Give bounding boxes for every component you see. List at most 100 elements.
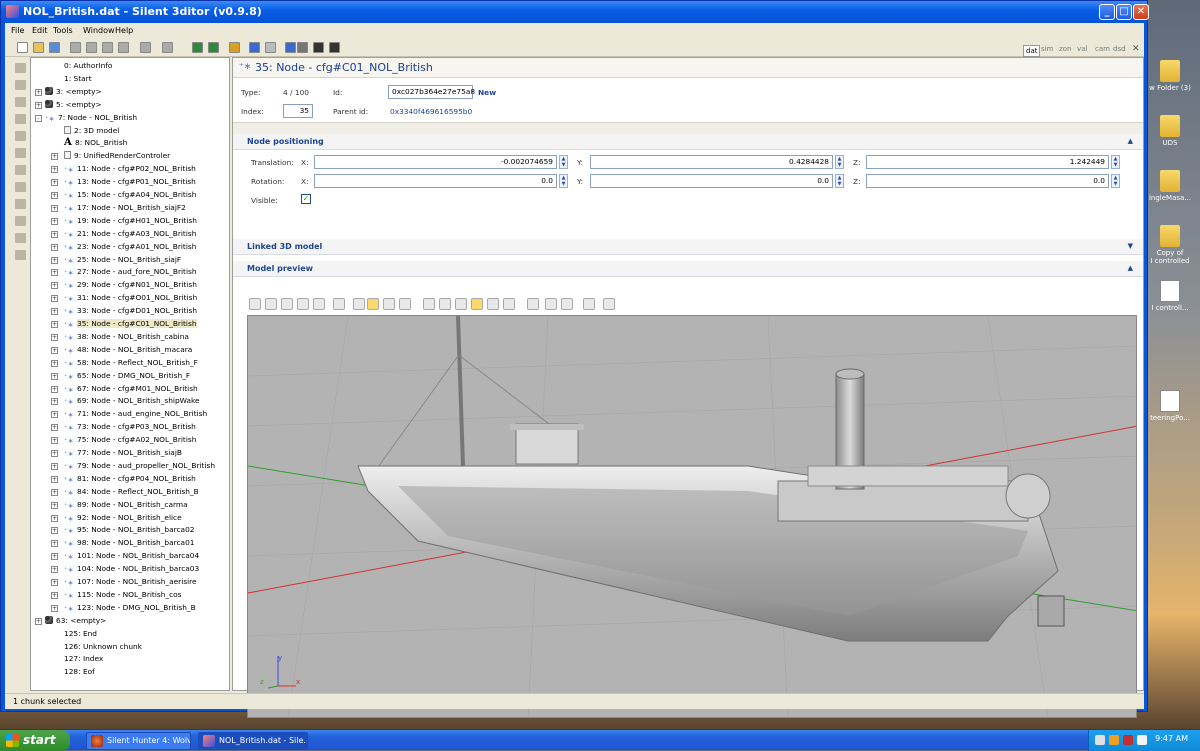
- task-silent-3ditor[interactable]: NOL_British.dat - Sile...: [198, 732, 308, 750]
- tree-item[interactable]: ⁺∗ 29: Node - cfg#N01_NOL_British: [64, 279, 197, 291]
- task-silent-hunter[interactable]: Silent Hunter 4: Wolv...: [86, 732, 191, 750]
- expand-node-icon[interactable]: +: [51, 153, 58, 161]
- start-button[interactable]: start: [0, 730, 70, 751]
- tray-icon[interactable]: [1095, 735, 1105, 745]
- paste-icon[interactable]: [102, 42, 113, 53]
- tool-strip-icon[interactable]: [15, 114, 26, 124]
- copy-icon[interactable]: [86, 42, 97, 53]
- tree-item[interactable]: ⁺∗ 27: Node - aud_fore_NOL_British: [64, 266, 197, 278]
- expand-node-icon[interactable]: +: [51, 217, 58, 225]
- expand-node-icon[interactable]: +: [51, 282, 58, 290]
- grid-icon[interactable]: [285, 42, 296, 53]
- close-doc-icon[interactable]: ✕: [1132, 44, 1140, 54]
- rotation-y-field[interactable]: 0.0: [590, 174, 833, 188]
- chunk-tree[interactable]: 0: AuthorInfo 1: Start +3: <empty> +5: <emp…: [30, 57, 230, 691]
- dropdown-icon[interactable]: [297, 42, 308, 53]
- tree-item[interactable]: 63: <empty>: [45, 615, 106, 627]
- tree-item[interactable]: ⁺∗ 115: Node - NOL_British_cos: [64, 589, 182, 601]
- expand-node-icon[interactable]: +: [51, 566, 58, 574]
- menu-file[interactable]: File: [11, 26, 24, 35]
- delete-icon[interactable]: [118, 42, 129, 53]
- tree-item[interactable]: 127: Index: [64, 653, 103, 665]
- translation-y-spinner[interactable]: ▲ ▼: [835, 155, 844, 169]
- expand-node-icon[interactable]: +: [51, 230, 58, 238]
- tree-item[interactable]: 9: UnifiedRenderControler: [64, 150, 170, 162]
- translation-x-spinner[interactable]: ▲ ▼: [559, 155, 568, 169]
- tree-item[interactable]: ⁺∗ 19: Node - cfg#H01_NOL_British: [64, 215, 197, 227]
- tree-item[interactable]: ⁺∗ 15: Node - cfg#A04_NOL_British: [64, 189, 196, 201]
- axis-toggle-icon[interactable]: [439, 298, 451, 310]
- cube-icon[interactable]: [313, 298, 325, 310]
- tree-item[interactable]: ⁺∗ 71: Node - aud_engine_NOL_British: [64, 408, 207, 420]
- light-on-icon[interactable]: [367, 298, 379, 310]
- box-view-icon[interactable]: [249, 298, 261, 310]
- tree-item[interactable]: 125: End: [64, 628, 97, 640]
- desktop-icon[interactable]: ingleMasa...: [1146, 170, 1194, 202]
- desktop-icon[interactable]: UDS: [1146, 115, 1194, 147]
- redo-icon[interactable]: [162, 42, 173, 53]
- expand-node-icon[interactable]: +: [51, 579, 58, 586]
- rotation-y-spinner[interactable]: ▲ ▼: [835, 174, 844, 188]
- point-view-icon[interactable]: [281, 298, 293, 310]
- tree-item[interactable]: ⁺∗ 35: Node - cfg#C01_NOL_British: [64, 318, 197, 330]
- tree-item[interactable]: ⁺∗ 89: Node - NOL_British_carma: [64, 499, 188, 511]
- desktop-icon[interactable]: Copy of I controlled: [1146, 225, 1194, 265]
- expand-node-icon[interactable]: +: [51, 321, 58, 328]
- tree-item[interactable]: ⁺∗ 101: Node - NOL_British_barca04: [64, 550, 199, 562]
- expand-node-icon[interactable]: +: [51, 462, 58, 470]
- tab-val[interactable]: val: [1077, 45, 1087, 53]
- tree-item[interactable]: 2: 3D model: [64, 125, 119, 137]
- expand-node-icon[interactable]: +: [51, 527, 58, 535]
- forward-icon[interactable]: [265, 42, 276, 53]
- expand-node-icon[interactable]: +: [51, 398, 58, 406]
- expand-node-icon[interactable]: +: [51, 166, 58, 174]
- tool-strip-icon[interactable]: [15, 216, 26, 226]
- tree-item[interactable]: ⁺∗ 65: Node - DMG_NOL_British_F: [64, 370, 190, 382]
- tree-item[interactable]: 0: AuthorInfo: [64, 60, 112, 72]
- expand-node-icon[interactable]: +: [51, 192, 58, 199]
- tree-item[interactable]: 128: Eof: [64, 666, 95, 678]
- tool-strip-icon[interactable]: [15, 250, 26, 260]
- expand-node-icon[interactable]: +: [51, 475, 58, 483]
- linked-3d-model-section[interactable]: Linked 3D model ▼: [233, 239, 1143, 255]
- tree-item[interactable]: ⁺∗ 77: Node - NOL_British_siajB: [64, 447, 182, 459]
- expand-node-icon[interactable]: +: [51, 372, 58, 380]
- tree-item[interactable]: ⁺∗ 25: Node - NOL_British_siajF: [64, 254, 181, 266]
- desktop-icon[interactable]: I controll...: [1146, 280, 1194, 312]
- expand-node-icon[interactable]: +: [51, 295, 58, 303]
- expand-node-icon[interactable]: +: [51, 553, 58, 561]
- menu-help[interactable]: Help: [115, 26, 133, 35]
- expand-node-icon[interactable]: +: [51, 346, 58, 354]
- expand-node-icon[interactable]: +: [51, 591, 58, 599]
- tool-strip-icon[interactable]: [15, 97, 26, 107]
- model-preview-section[interactable]: Model preview ▲: [233, 261, 1143, 277]
- expand-node-icon[interactable]: +: [51, 204, 58, 212]
- tree-item[interactable]: ⁺∗ 17: Node - NOL_British_siajF2: [64, 202, 186, 214]
- tool-strip-icon[interactable]: [15, 233, 26, 243]
- tree-item[interactable]: ⁺∗ 84: Node - Reflect_NOL_British_B: [64, 486, 199, 498]
- tool-strip-icon[interactable]: [15, 199, 26, 209]
- eye-icon[interactable]: [561, 298, 573, 310]
- visible-checkbox[interactable]: ✓: [301, 194, 311, 204]
- tool-strip-icon[interactable]: [15, 80, 26, 90]
- close-button[interactable]: ✕: [1133, 4, 1149, 20]
- tab-sim[interactable]: sim: [1041, 45, 1053, 53]
- rotation-z-spinner[interactable]: ▲ ▼: [1111, 174, 1120, 188]
- move-up-icon[interactable]: [192, 42, 203, 53]
- new-id-link[interactable]: New: [478, 88, 496, 97]
- expand-node-icon[interactable]: +: [51, 604, 58, 612]
- expand-node-icon[interactable]: +: [51, 424, 58, 432]
- open-icon[interactable]: [33, 42, 44, 53]
- tree-item[interactable]: ⁺∗ 123: Node - DMG_NOL_British_B: [64, 602, 196, 614]
- expand-node-icon[interactable]: +: [51, 385, 58, 393]
- expand-icon[interactable]: ▼: [1128, 242, 1133, 250]
- translation-x-field[interactable]: -0.002074659: [314, 155, 557, 169]
- save-icon[interactable]: [49, 42, 60, 53]
- expand-node-icon[interactable]: +: [51, 501, 58, 509]
- tab-dsd[interactable]: dsd: [1113, 45, 1126, 53]
- tree-item[interactable]: ⁺∗ 81: Node - cfg#P04_NOL_British: [64, 473, 196, 485]
- back-icon[interactable]: [249, 42, 260, 53]
- bounds-icon[interactable]: [487, 298, 499, 310]
- cut-icon[interactable]: [70, 42, 81, 53]
- tree-item[interactable]: ⁺∗ 38: Node - NOL_British_cabina: [64, 331, 189, 343]
